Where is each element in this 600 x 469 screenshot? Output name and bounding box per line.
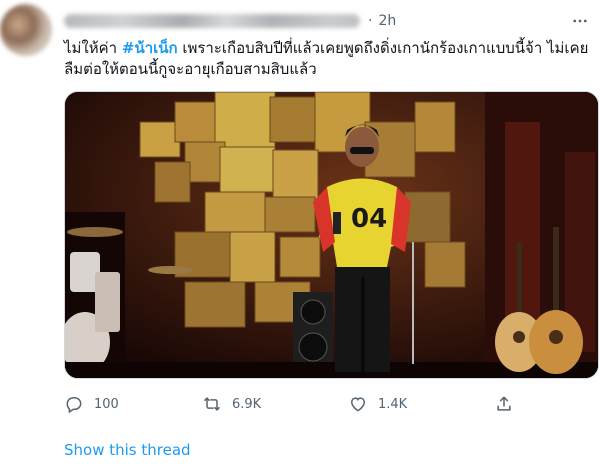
heart-icon	[350, 397, 366, 412]
like-button[interactable]: 1.4K	[348, 392, 407, 416]
blurred-username[interactable]	[64, 14, 360, 28]
retweet-button[interactable]: 6.9K	[202, 392, 261, 416]
svg-text:04: 04	[351, 204, 387, 234]
reply-icon	[66, 396, 82, 414]
tweet-text: ไม่ให้ค่า #น้าเน็ก เพราะเกือบสิบปีที่แล้…	[64, 38, 594, 80]
avatar[interactable]	[0, 4, 52, 56]
retweet-count: 6.9K	[232, 396, 262, 412]
tweet-header: · 2h	[64, 10, 396, 32]
tweet-actions: 100 6.9K 1.4K	[64, 392, 534, 416]
like-count: 1.4K	[378, 396, 408, 412]
reply-button[interactable]: 100	[64, 392, 119, 416]
tweet-media-image[interactable]: 04	[64, 91, 599, 379]
retweet-icon	[203, 397, 221, 411]
tweet-text-before: ไม่ให้ค่า	[64, 39, 122, 57]
header-dot: ·	[368, 13, 373, 29]
share-icon	[497, 396, 511, 411]
more-button[interactable]	[568, 10, 592, 32]
more-icon	[573, 19, 587, 23]
stage-photo: 04	[65, 92, 598, 378]
hashtag-link[interactable]: #น้าเน็ก	[122, 39, 178, 57]
tweet-time[interactable]: 2h	[378, 13, 396, 29]
reply-count: 100	[94, 396, 119, 412]
show-thread-link[interactable]: Show this thread	[64, 441, 191, 459]
share-button[interactable]	[494, 392, 514, 416]
